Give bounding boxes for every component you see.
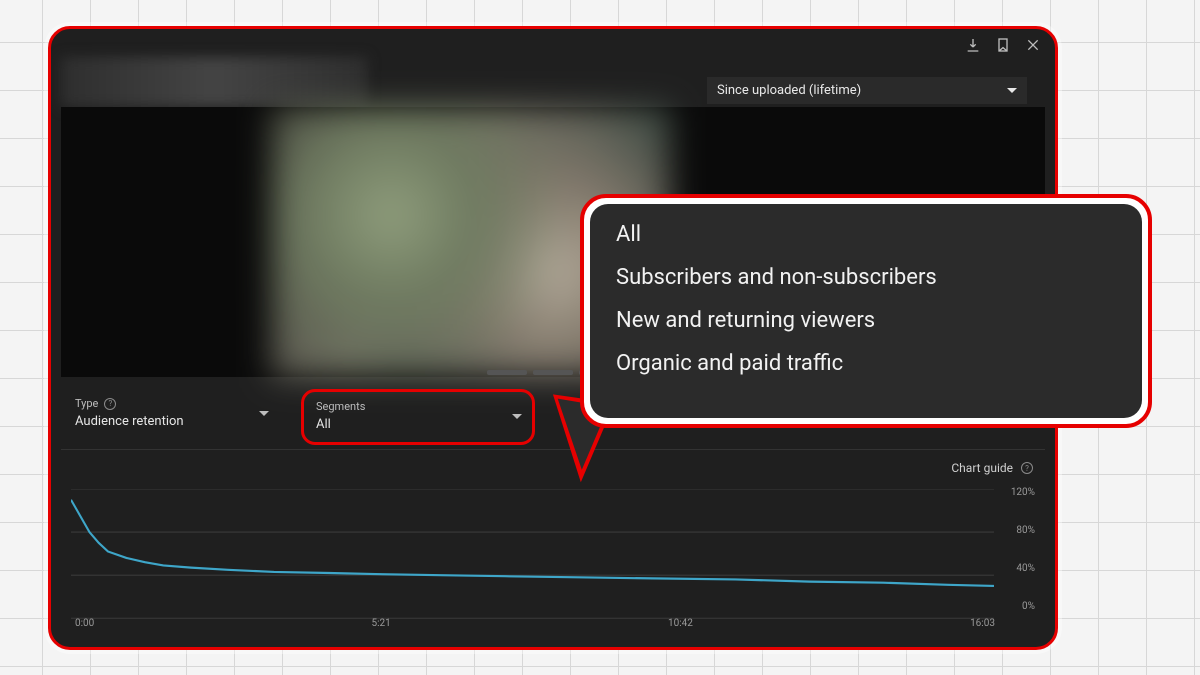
chevron-down-icon <box>1007 88 1017 93</box>
help-icon: ? <box>1021 462 1033 474</box>
xtick: 16:03 <box>970 618 995 629</box>
xtick: 0:00 <box>75 618 94 629</box>
date-range-dropdown[interactable]: Since uploaded (lifetime) <box>707 77 1027 104</box>
type-value: Audience retention <box>75 414 267 429</box>
bookmark-icon[interactable] <box>995 37 1011 53</box>
segments-label: Segments <box>316 400 365 413</box>
chart-guide-button[interactable]: Chart guide ? <box>951 461 1033 475</box>
window-toolbar <box>965 37 1041 53</box>
download-icon[interactable] <box>965 37 981 53</box>
segments-option-organic-paid[interactable]: Organic and paid traffic <box>616 351 1116 376</box>
segments-option-all[interactable]: All <box>616 222 1116 247</box>
segments-option-subs[interactable]: Subscribers and non-subscribers <box>616 265 1116 290</box>
ytick: 40% <box>1016 563 1035 574</box>
segments-menu: All Subscribers and non-subscribers New … <box>590 204 1142 418</box>
segments-dropdown[interactable]: Segments All <box>301 389 535 445</box>
help-icon[interactable]: ? <box>104 398 116 410</box>
xtick: 5:21 <box>371 618 390 629</box>
ytick: 80% <box>1016 525 1035 536</box>
xticks: 0:00 5:21 10:42 16:03 <box>75 618 995 629</box>
date-range-label: Since uploaded (lifetime) <box>717 83 861 98</box>
type-label: Type <box>75 397 98 410</box>
segments-menu-callout: All Subscribers and non-subscribers New … <box>580 194 1152 428</box>
segments-value: All <box>316 417 520 432</box>
retention-chart: 120% 80% 40% 0% 0:00 5:21 10:42 16:03 <box>71 489 1035 629</box>
ytick: 120% <box>1011 487 1035 498</box>
chevron-down-icon <box>512 414 522 419</box>
ytick: 0% <box>1022 601 1035 612</box>
xtick: 10:42 <box>668 618 693 629</box>
segments-option-new-returning[interactable]: New and returning viewers <box>616 308 1116 333</box>
chevron-down-icon <box>259 411 269 416</box>
type-dropdown[interactable]: Type ? Audience retention <box>63 389 279 445</box>
video-title-redacted <box>61 57 367 107</box>
chart-guide-label: Chart guide <box>951 461 1013 475</box>
close-icon[interactable] <box>1025 37 1041 53</box>
